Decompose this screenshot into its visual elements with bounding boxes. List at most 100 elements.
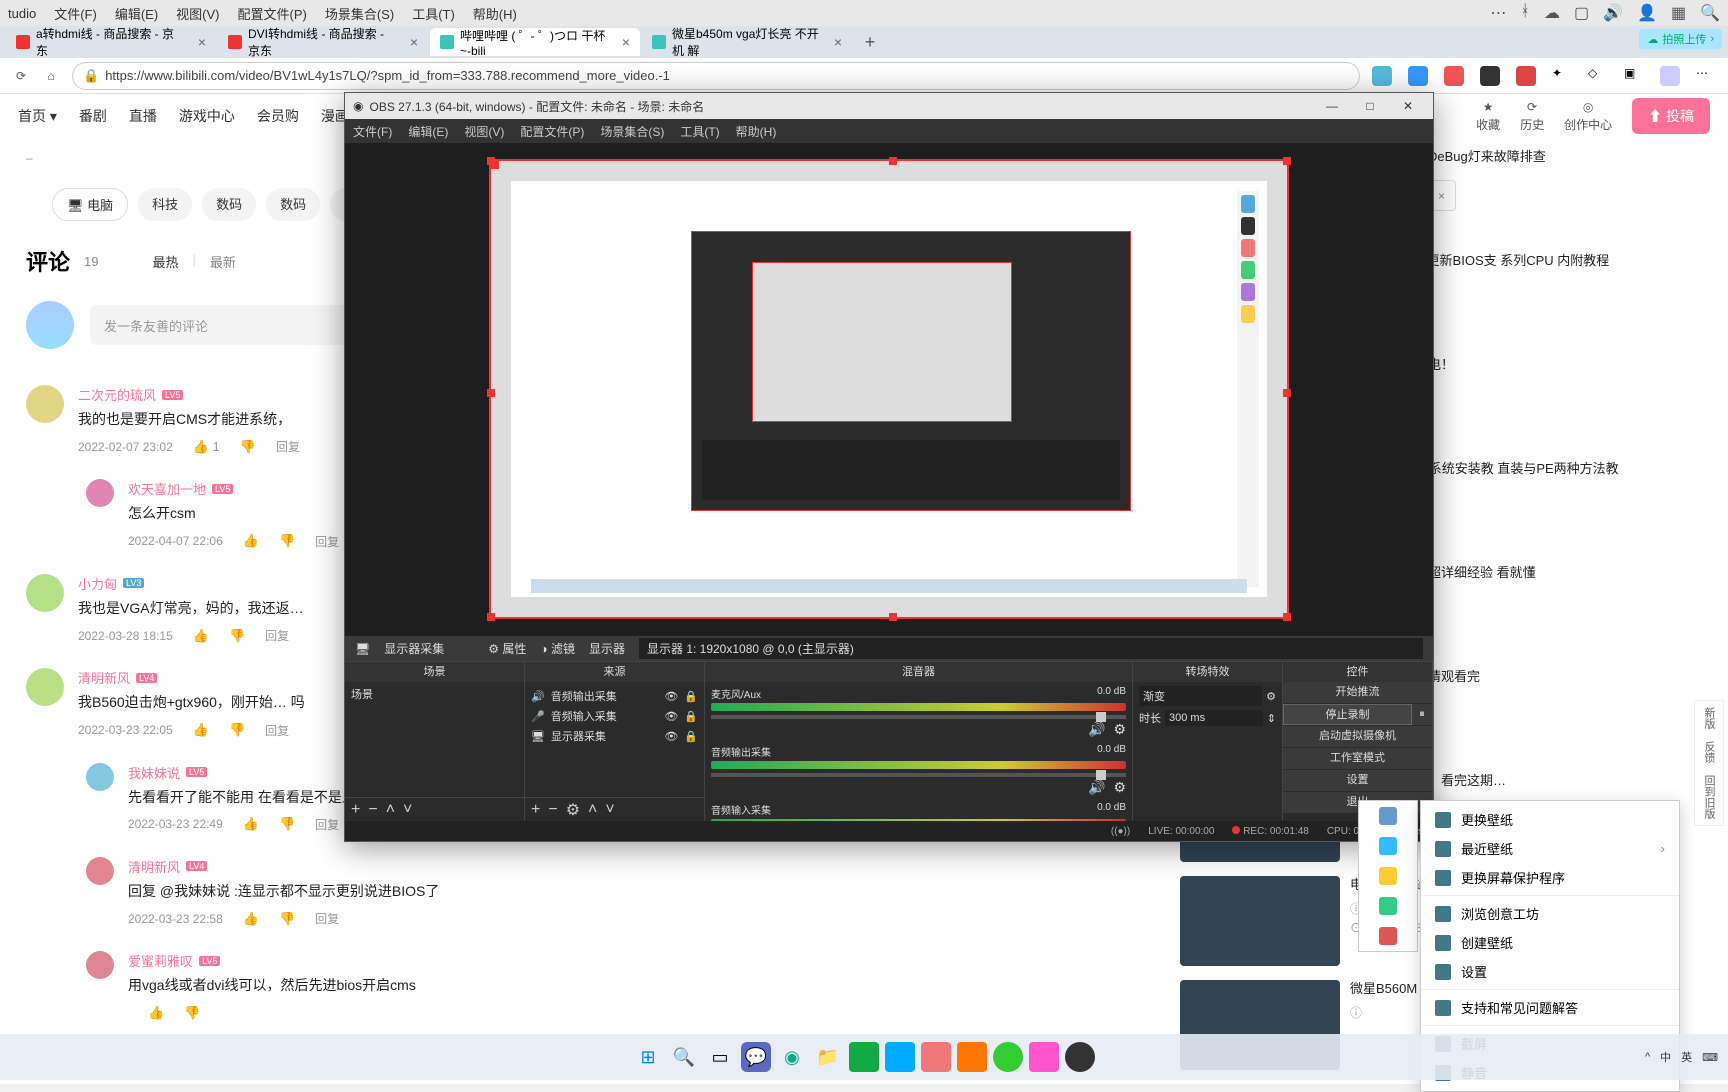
app-icon[interactable] — [957, 1042, 987, 1072]
wechat-icon[interactable] — [993, 1042, 1023, 1072]
username[interactable]: 欢天喜加一地 — [128, 479, 206, 498]
avatar[interactable] — [26, 301, 74, 349]
lock-icon[interactable]: 🔒 — [684, 710, 698, 723]
avatar[interactable] — [26, 385, 64, 423]
bluetooth-icon[interactable]: ᚼ — [1520, 3, 1530, 23]
start-stream-button[interactable]: 开始推流 — [1283, 682, 1432, 703]
upload-button[interactable]: ⬆ 投稿 — [1632, 98, 1710, 134]
ime-cn[interactable]: 中 — [1660, 1049, 1671, 1065]
refresh-icon[interactable]: ⟳ — [12, 67, 30, 85]
close-icon[interactable]: × — [1438, 189, 1445, 203]
new-tab-button[interactable]: + — [858, 30, 882, 54]
avatar[interactable] — [86, 479, 114, 507]
tag[interactable]: 🖥 电脑 — [52, 188, 128, 221]
maximize-button[interactable]: □ — [1353, 96, 1387, 116]
username[interactable]: 清明新风 — [78, 668, 130, 687]
like-button[interactable]: 👍 — [243, 533, 259, 549]
menu-item[interactable]: 配置文件(P) — [238, 4, 307, 23]
ime-en[interactable]: 英 — [1681, 1049, 1692, 1065]
down-icon[interactable]: ˅ — [403, 801, 412, 819]
menu-item[interactable]: 帮助(H) — [473, 4, 517, 23]
dislike-button[interactable]: 👎 — [229, 628, 245, 644]
ext-icon[interactable] — [1372, 66, 1392, 86]
reply-button[interactable]: 回复 — [315, 910, 339, 927]
cloud-icon[interactable]: ☁ — [1544, 3, 1560, 23]
context-menu-item[interactable]: 支持和常见问题解答 — [1421, 993, 1679, 1022]
nav-item[interactable]: 直播 — [129, 106, 157, 126]
display-select[interactable]: 显示器 1: 1920x1080 @ 0,0 (主显示器) — [639, 638, 1423, 659]
gear-icon[interactable]: ⚙ — [566, 800, 580, 820]
obs-menu-item[interactable]: 帮助(H) — [736, 123, 777, 140]
transition-select[interactable]: 渐变 — [1139, 686, 1262, 706]
dots-icon[interactable]: ⋯ — [1490, 3, 1506, 23]
app-icon[interactable]: 💬 — [741, 1042, 771, 1072]
source-item[interactable]: 🖥显示器采集👁🔒 — [531, 726, 698, 746]
ext-icon[interactable] — [1480, 66, 1500, 86]
up-icon[interactable]: ˄ — [386, 801, 395, 819]
browser-tab[interactable]: 微星b450m vga灯长亮 不开机 解 × — [642, 28, 852, 56]
nav-history[interactable]: ⟳历史 — [1520, 100, 1544, 133]
context-menu-item[interactable]: 创建壁纸 — [1421, 928, 1679, 957]
visibility-icon[interactable]: 👁 — [664, 710, 678, 723]
obs-menu-item[interactable]: 场景集合(S) — [600, 123, 664, 140]
lock-icon[interactable]: 🔒 — [684, 730, 698, 743]
menu-item[interactable]: 工具(T) — [412, 4, 455, 23]
obs-menu-item[interactable]: 视图(V) — [464, 123, 504, 140]
up-icon[interactable]: ˄ — [588, 801, 597, 819]
nav-item[interactable]: 番剧 — [79, 106, 107, 126]
duration-input[interactable]: 300 ms — [1165, 710, 1263, 726]
like-button[interactable]: 👍 — [243, 816, 259, 832]
close-icon[interactable]: × — [198, 34, 206, 50]
url-input[interactable]: 🔒 https://www.bilibili.com/video/BV1wL4y… — [72, 62, 1360, 90]
app-icon[interactable] — [885, 1042, 915, 1072]
close-icon[interactable]: × — [410, 34, 418, 50]
stepper-icon[interactable]: ⇕ — [1267, 712, 1276, 725]
sort-hot[interactable]: 最热 — [152, 252, 178, 271]
start-icon[interactable]: ⊞ — [633, 1042, 663, 1072]
avatar[interactable] — [86, 857, 114, 885]
add-icon[interactable]: + — [351, 801, 360, 819]
tag[interactable]: 数码 — [202, 188, 256, 221]
float-item[interactable]: 新版 — [1701, 707, 1717, 729]
menu-item[interactable]: 文件(F) — [54, 4, 97, 23]
reply-button[interactable]: 回复 — [265, 627, 289, 644]
float-item[interactable]: 反馈 — [1701, 741, 1717, 763]
tag[interactable]: 科技 — [138, 188, 192, 221]
menu-item[interactable]: 编辑(E) — [115, 4, 158, 23]
float-item[interactable]: 回到旧版 — [1701, 775, 1717, 819]
app-icon[interactable] — [1379, 897, 1397, 915]
obs-menu-item[interactable]: 编辑(E) — [408, 123, 448, 140]
mention[interactable]: @我妹妹说 — [160, 883, 230, 899]
username[interactable]: 小力匈 — [78, 574, 117, 593]
menu-item[interactable]: tudio — [8, 6, 36, 21]
extensions-icon[interactable]: ✦ — [1552, 66, 1572, 86]
display-icon[interactable]: ▢ — [1574, 3, 1589, 23]
nav-item[interactable]: 会员购 — [257, 106, 299, 126]
context-menu-item[interactable]: 浏览创意工坊 — [1421, 899, 1679, 928]
pause-button[interactable]: ⏸ — [1412, 704, 1432, 725]
obs-menu-item[interactable]: 工具(T) — [680, 123, 719, 140]
obs-menu-item[interactable]: 配置文件(P) — [520, 123, 584, 140]
visibility-icon[interactable]: 👁 — [664, 690, 678, 703]
obs-icon[interactable] — [1065, 1042, 1095, 1072]
home-icon[interactable]: ⌂ — [42, 67, 60, 85]
ext-icon[interactable] — [1444, 66, 1464, 86]
speaker-icon[interactable]: 🔊 — [1088, 779, 1105, 796]
app-icon[interactable] — [1379, 837, 1397, 855]
app-icon[interactable] — [849, 1042, 879, 1072]
keyboard-icon[interactable]: ⌨ — [1702, 1051, 1718, 1064]
profile-icon[interactable] — [1660, 66, 1680, 86]
context-menu-item[interactable]: 设置 — [1421, 957, 1679, 986]
volume-slider[interactable] — [711, 715, 1126, 719]
search-icon[interactable]: 🔍 — [1700, 3, 1720, 23]
like-button[interactable]: 👍 — [193, 722, 209, 738]
dislike-button[interactable]: 👎 — [279, 533, 295, 549]
close-icon[interactable]: × — [622, 34, 630, 50]
like-button[interactable]: 👍 — [148, 1005, 164, 1021]
obs-preview[interactable] — [345, 143, 1433, 635]
explorer-icon[interactable]: 📁 — [813, 1042, 843, 1072]
add-icon[interactable]: + — [531, 801, 540, 819]
taskview-icon[interactable]: ▭ — [705, 1042, 735, 1072]
avatar[interactable] — [86, 763, 114, 791]
avatar[interactable] — [26, 668, 64, 706]
